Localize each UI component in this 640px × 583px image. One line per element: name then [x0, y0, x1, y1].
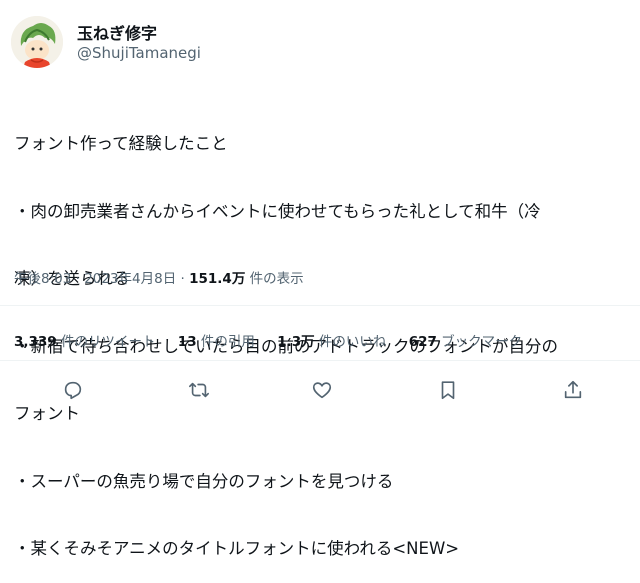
likes-stat[interactable]: 1.3万 件のいいね — [277, 334, 386, 350]
quotes-stat[interactable]: 13 件の引用 — [178, 334, 255, 350]
retweets-stat[interactable]: 3,339 件のリツイート — [14, 334, 156, 350]
retweet-button[interactable] — [181, 372, 217, 408]
share-button[interactable] — [555, 372, 591, 408]
likes-label: 件のいいね — [314, 334, 387, 350]
likes-count: 1.3万 — [277, 334, 315, 350]
retweets-count: 3,339 — [14, 334, 57, 350]
like-button[interactable] — [304, 372, 340, 408]
meta-separator: · — [71, 271, 85, 287]
tweet-header: 玉ねぎ修字 @ShujiTamanegi — [11, 16, 611, 68]
retweet-icon — [189, 382, 209, 398]
views-count: 151.4万 — [189, 271, 246, 287]
like-icon — [312, 382, 332, 399]
author-handle[interactable]: @ShujiTamanegi — [77, 44, 201, 62]
engagement-stats: 3,339 件のリツイート 13 件の引用 1.3万 件のいいね 627 ブック… — [14, 330, 540, 350]
bookmark-button[interactable] — [430, 372, 466, 408]
avatar-image — [11, 16, 63, 68]
avatar[interactable] — [11, 16, 63, 68]
tweet-line: ・スーパーの魚売り場で自分のフォントを見つける — [14, 471, 394, 491]
reply-button[interactable] — [55, 372, 91, 408]
divider — [0, 360, 640, 361]
tweet-line: フォント作って経験したこと — [14, 134, 228, 153]
tweet-date[interactable]: 2023年4月8日 — [84, 271, 176, 287]
quotes-count: 13 — [177, 334, 197, 350]
reply-icon — [64, 381, 82, 400]
tweet-line: ・某くそみそアニメのタイトルフォントに使われる<NEW> — [14, 539, 460, 558]
views-label: 件の表示 — [245, 271, 304, 287]
tweet-meta: 午後8:03 · 2023年4月8日 · 151.4万 件の表示 — [14, 267, 304, 287]
action-bar — [0, 372, 640, 408]
bookmarks-label: ブックマーク — [436, 334, 523, 350]
bookmarks-count: 627 — [408, 334, 437, 350]
author-name[interactable]: 玉ねぎ修字 — [77, 20, 157, 44]
divider — [0, 305, 640, 306]
meta-separator: · — [176, 271, 190, 287]
tweet-line: ・肉の卸売業者さんからイベントに使わせてもらった礼として和牛（冷 — [14, 201, 541, 221]
retweets-label: 件のリツイート — [56, 334, 156, 350]
bookmarks-stat[interactable]: 627 ブックマーク — [409, 334, 522, 350]
quotes-label: 件の引用 — [196, 334, 255, 350]
tweet-time[interactable]: 午後8:03 — [14, 271, 71, 287]
share-icon — [564, 380, 582, 399]
bookmark-icon — [441, 381, 455, 400]
